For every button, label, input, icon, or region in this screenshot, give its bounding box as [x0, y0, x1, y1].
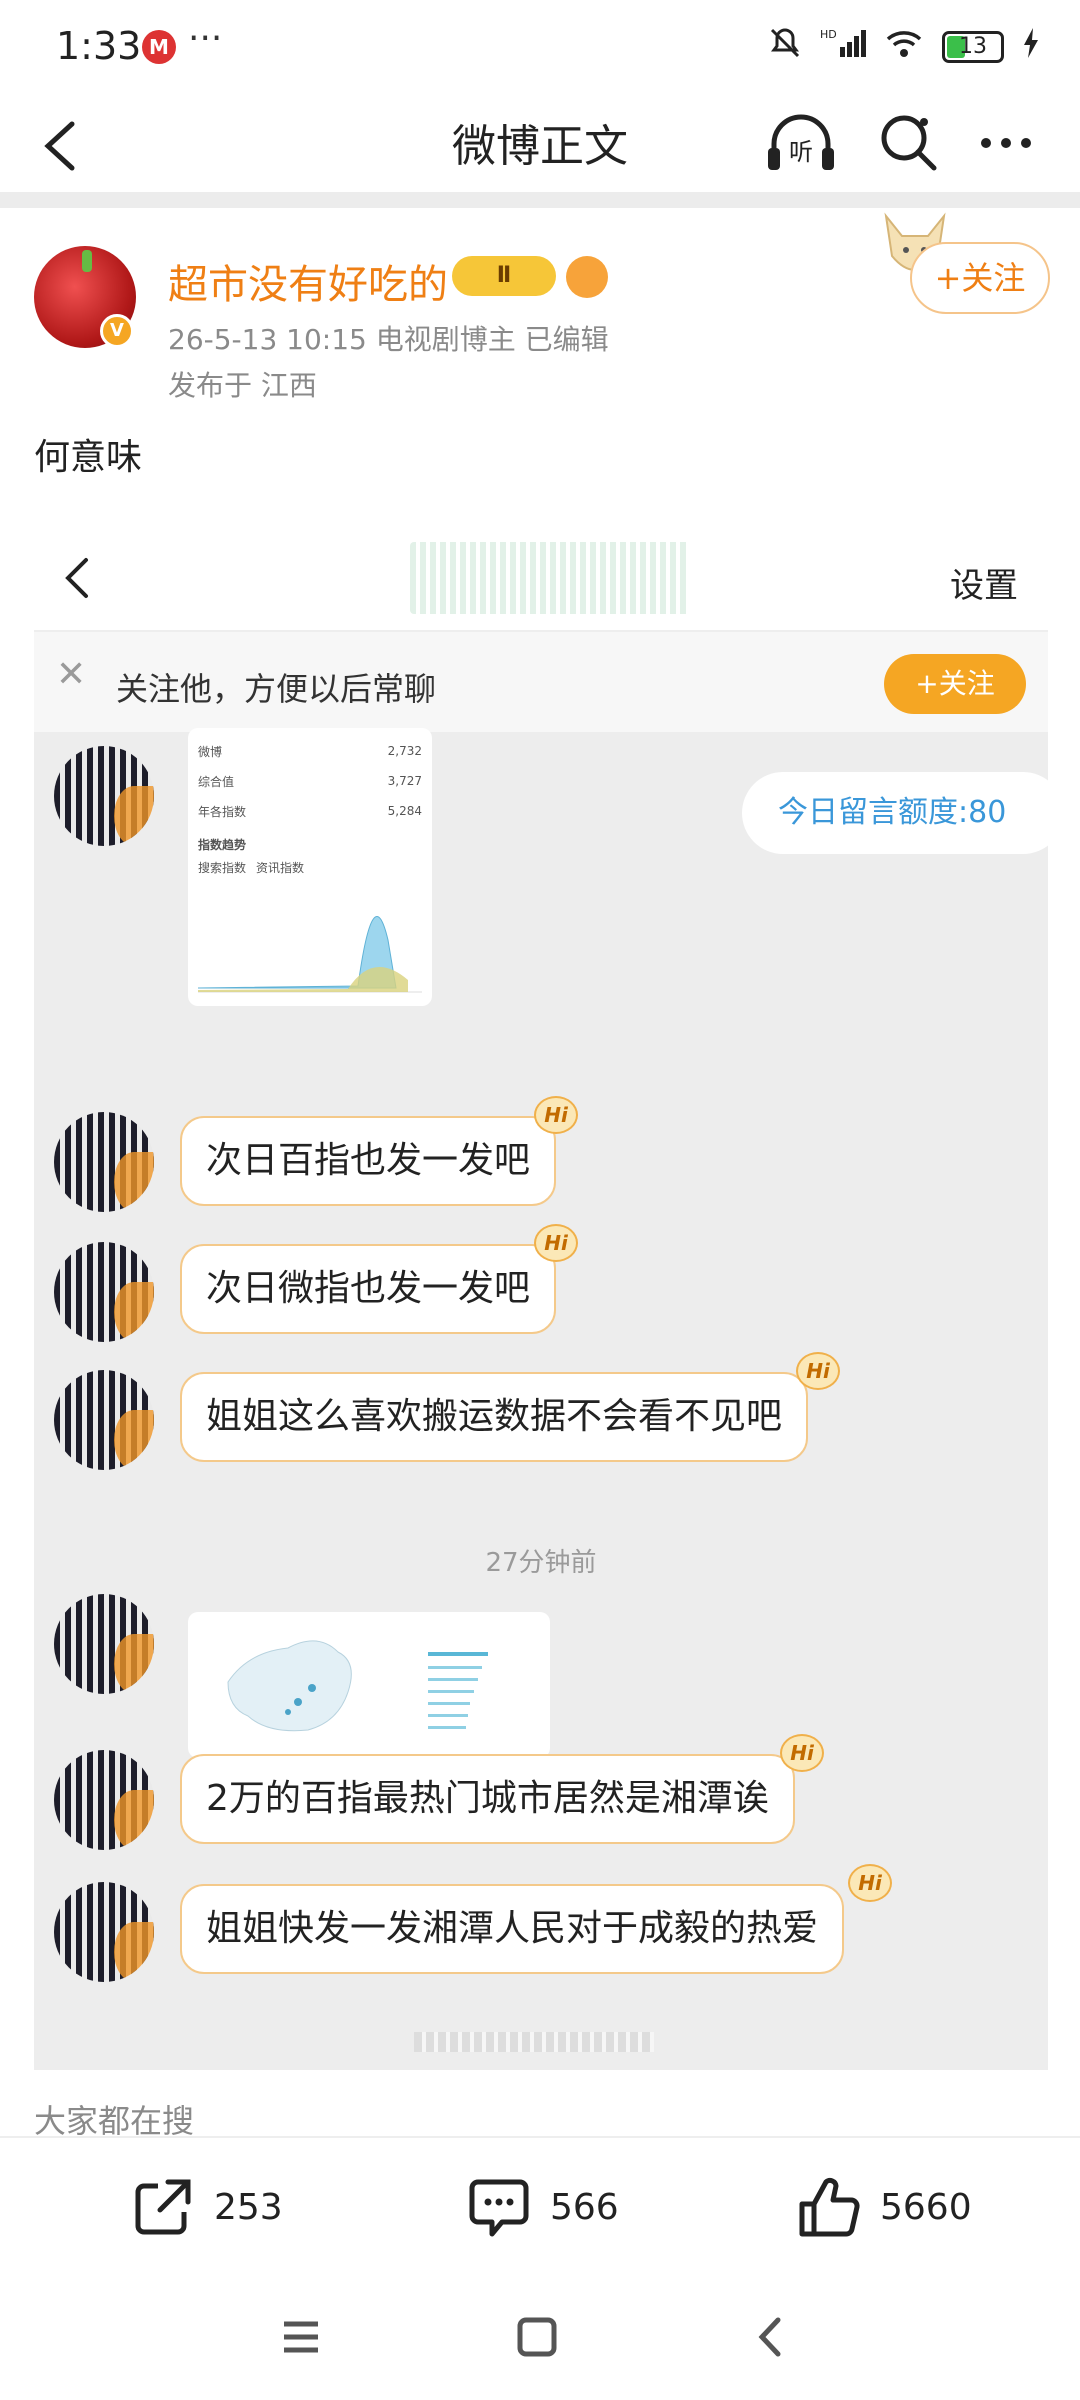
comment-count: 566 — [550, 2186, 619, 2228]
username[interactable]: 超市没有好吃的 — [168, 252, 448, 310]
stats-tab: 资讯指数 — [256, 861, 305, 875]
comment-button[interactable]: 566 — [466, 2174, 619, 2240]
trend-chart-graphic — [198, 916, 422, 993]
message-quota-badge: 今日留言额度:80 — [742, 772, 1048, 854]
mute-icon — [768, 26, 802, 67]
share-icon — [135, 2179, 191, 2235]
more-options-icon[interactable] — [976, 118, 1036, 168]
wifi-icon — [884, 27, 924, 66]
system-nav-bar — [0, 2276, 1080, 2400]
post-text: 何意味 — [34, 437, 143, 478]
stats-row-label: 微博 — [198, 744, 223, 759]
vip-badge: Ⅱ — [452, 256, 556, 296]
chat-settings-label: 设置 — [950, 566, 1018, 606]
repost-button[interactable]: 253 — [130, 2174, 283, 2240]
blurred-chat-name — [410, 542, 690, 614]
status-bar: 1:33 M ··· HD 13 — [0, 0, 1080, 96]
chat-message: 2万的百指最热门城市居然是湘潭诶 — [180, 1754, 795, 1844]
carrier-icon: M — [142, 30, 176, 64]
system-back-icon[interactable] — [746, 2312, 796, 2362]
stats-row-label: 综合值 — [198, 774, 235, 789]
chat-message: 次日百指也发一发吧 — [180, 1116, 557, 1206]
status-more-icon: ··· — [188, 18, 223, 59]
menu-icon[interactable] — [276, 2312, 326, 2362]
notice-follow-button: +关注 — [884, 654, 1026, 714]
thumbs-up-icon — [799, 2177, 860, 2237]
chat-avatar — [54, 1370, 154, 1470]
fan-badge-icon — [566, 256, 608, 298]
stats-row-value: 2,732 — [387, 744, 422, 758]
chat-avatar — [54, 1112, 154, 1212]
stats-tab: 搜索指数 — [198, 861, 247, 875]
stats-row-value: 3,727 — [387, 774, 422, 788]
verified-badge-icon: V — [100, 314, 134, 348]
embedded-chat-screenshot[interactable]: 设置 ✕ 关注他，方便以后常聊 +关注 微博 2,732 综合值 3,727 年… — [34, 528, 1048, 2070]
chat-message: 次日微指也发一发吧 — [180, 1244, 557, 1334]
chat-avatar — [54, 1594, 154, 1694]
svg-text:HD: HD — [820, 28, 837, 41]
chat-top-bar: 设置 — [34, 528, 1048, 630]
chat-back-icon — [58, 552, 98, 604]
stats-row-label: 年各指数 — [198, 804, 247, 819]
search-icon[interactable] — [876, 110, 940, 174]
status-time: 1:33 — [56, 24, 142, 68]
hi-badge-icon: Hi — [796, 1352, 840, 1390]
post-location: 发布于 江西 — [168, 369, 317, 402]
repost-count: 253 — [214, 2186, 283, 2228]
follow-notice-text: 关注他，方便以后常聊 — [116, 670, 437, 708]
chat-message: 姐姐这么喜欢搬运数据不会看不见吧 — [180, 1372, 809, 1462]
hi-badge-icon: Hi — [534, 1096, 578, 1134]
chat-avatar — [54, 746, 154, 846]
comment-icon — [469, 2179, 529, 2237]
close-icon: ✕ — [56, 654, 87, 695]
post-action-bar: 253 566 5660 — [0, 2136, 1080, 2276]
chat-avatar — [54, 1750, 154, 1850]
hi-badge-icon: Hi — [780, 1734, 824, 1772]
chat-avatar — [54, 1242, 154, 1342]
china-map-graphic — [227, 1640, 488, 1732]
follow-notice: ✕ 关注他，方便以后常聊 +关注 — [34, 630, 1048, 732]
chat-message: 姐姐快发一发湘潭人民对于成毅的热爱 — [180, 1884, 845, 1974]
stats-section-title: 指数趋势 — [198, 838, 247, 852]
signal-icon: HD — [820, 27, 866, 66]
hi-badge-icon: Hi — [534, 1224, 578, 1262]
charging-icon — [1022, 28, 1040, 65]
hi-badge-icon: Hi — [848, 1864, 892, 1902]
blurred-input-area — [414, 2032, 654, 2052]
post-meta: 26-5-13 10:15 电视剧博主 已编辑 — [168, 323, 609, 356]
chat-timestamp: 27分钟前 — [485, 1548, 597, 1578]
follow-button[interactable]: +关注 — [910, 242, 1050, 314]
chat-avatar — [54, 1882, 154, 1982]
listen-button[interactable]: 听 — [764, 108, 838, 178]
like-button[interactable]: 5660 — [796, 2174, 972, 2240]
svg-text:听: 听 — [789, 138, 813, 166]
like-count: 5660 — [880, 2186, 972, 2228]
home-icon[interactable] — [512, 2312, 562, 2362]
stats-row-value: 5,284 — [387, 804, 422, 818]
battery-icon: 13 — [942, 30, 1004, 63]
stats-screenshot-thumb: 微博 2,732 综合值 3,727 年各指数 5,284 指数趋势 搜索指数 … — [188, 728, 432, 1006]
top-nav-bar: 微博正文 听 — [0, 96, 1080, 192]
map-screenshot-thumb — [188, 1612, 550, 1758]
